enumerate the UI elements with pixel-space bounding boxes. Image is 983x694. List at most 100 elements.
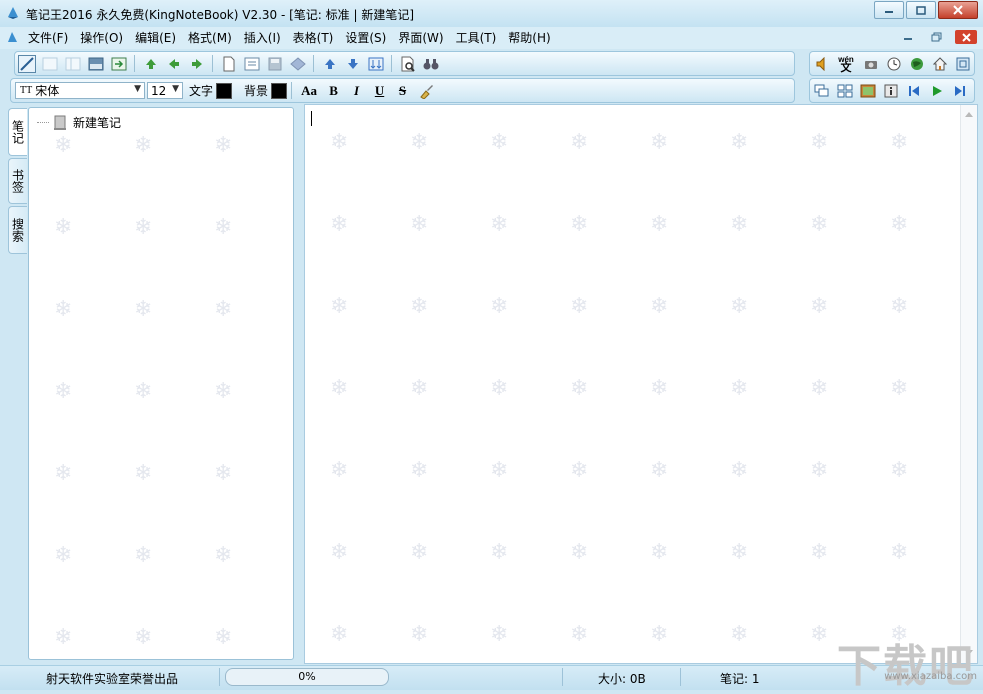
doc-minimize-button[interactable] [899, 30, 917, 44]
tree-item[interactable]: 新建笔记 [37, 114, 121, 131]
home-icon [932, 56, 947, 70]
web-button[interactable] [907, 54, 926, 73]
font-name-select[interactable]: TT 宋体 ▼ [15, 82, 145, 99]
menu-format[interactable]: 格式(M) [182, 30, 238, 47]
snowflake-pattern-icon: ❄ [490, 458, 509, 483]
scroll-up-icon[interactable] [961, 109, 977, 121]
editor-background-pattern: ❄ ❄ ❄ ❄ ❄ ❄ ❄ ❄ ❄ ❄ ❄ ❄ ❄ ❄ ❄ ❄ ❄ ❄ ❄ ❄ ❄ ❄ ❄ ❄ ❄ ❄ ❄ ❄ ❄ ❄ ❄ ❄ ❄ ❄ ❄ ❄ ❄ ❄ ❄ ❄… [305, 105, 977, 663]
snowflake-pattern-icon: ❄ [54, 379, 73, 404]
layout-single-button[interactable] [40, 54, 59, 73]
snowflake-pattern-icon: ❄ [890, 540, 909, 565]
notes-count-text: 笔记: 1 [720, 672, 760, 686]
camera-button[interactable] [861, 54, 880, 73]
italic-button[interactable]: I [347, 81, 366, 100]
snowflake-pattern-icon: ❄ [650, 212, 669, 237]
preview-button[interactable] [398, 54, 417, 73]
info-button[interactable] [881, 81, 900, 100]
menu-operate[interactable]: 操作(O) [74, 30, 129, 47]
cascade-windows-icon [814, 84, 828, 96]
bold-button[interactable]: B [324, 81, 343, 100]
tab-bookmarks[interactable]: 书签 [8, 158, 27, 204]
close-icon [961, 32, 971, 42]
font-size-select[interactable]: 12 ▼ [147, 82, 183, 99]
main-toolbar [14, 51, 795, 76]
menu-insert[interactable]: 插入(I) [238, 30, 287, 47]
doc-close-button[interactable] [955, 30, 977, 44]
play-icon [932, 85, 942, 96]
new-note-button[interactable] [219, 54, 238, 73]
font-dialog-button[interactable]: Aa [298, 81, 320, 100]
tab-search[interactable]: 搜索 [8, 206, 27, 254]
chevron-down-icon: ▼ [172, 84, 179, 94]
snowflake-pattern-icon: ❄ [54, 625, 73, 650]
translate-button[interactable]: wén 文 [835, 54, 857, 73]
status-divider [680, 668, 681, 686]
toolbar-separator [134, 55, 135, 72]
minimize-icon [904, 38, 912, 40]
menu-settings[interactable]: 设置(S) [339, 30, 392, 47]
cascade-button[interactable] [812, 81, 831, 100]
vertical-scrollbar[interactable] [960, 105, 977, 663]
note-editor[interactable]: ❄ ❄ ❄ ❄ ❄ ❄ ❄ ❄ ❄ ❄ ❄ ❄ ❄ ❄ ❄ ❄ ❄ ❄ ❄ ❄ ❄ ❄ ❄ ❄ ❄ ❄ ❄ ❄ ❄ ❄ ❄ ❄ ❄ ❄ ❄ ❄ ❄ ❄ ❄ ❄… [304, 104, 978, 664]
note-tree[interactable]: ❄ ❄ ❄ ❄ ❄ ❄ ❄ ❄ ❄ ❄ ❄ ❄ ❄ ❄ ❄ ❄ ❄ ❄ ❄ ❄ ❄ 新建笔记 [28, 107, 294, 660]
snowflake-pattern-icon: ❄ [134, 625, 153, 650]
menu-table[interactable]: 表格(T) [287, 30, 340, 47]
layout-horizontal-button[interactable] [86, 54, 105, 73]
tab-notes[interactable]: 笔记 [8, 108, 27, 156]
fullscreen-icon [956, 57, 969, 70]
snowflake-pattern-icon: ❄ [214, 215, 233, 240]
maximize-button[interactable] [906, 1, 936, 19]
menu-help[interactable]: 帮助(H) [502, 30, 556, 47]
snowflake-pattern-icon: ❄ [730, 458, 749, 483]
move-right-button[interactable] [187, 54, 206, 73]
text-color-swatch[interactable] [216, 82, 233, 99]
title-bar[interactable]: 笔记王2016 永久免费(KingNoteBook) V2.30 - [笔记: … [0, 0, 983, 28]
play-button[interactable] [927, 81, 946, 100]
snowflake-pattern-icon: ❄ [570, 622, 589, 647]
document-icon[interactable] [6, 31, 19, 47]
size-text: 大小: 0B [598, 672, 646, 686]
move-up-button[interactable] [141, 54, 160, 73]
underline-button[interactable]: U [370, 81, 389, 100]
first-button[interactable] [904, 81, 923, 100]
snowflake-pattern-icon: ❄ [570, 540, 589, 565]
tile-button[interactable] [835, 81, 854, 100]
progress-text: 0% [298, 670, 316, 683]
home-button[interactable] [930, 54, 949, 73]
menu-file[interactable]: 文件(F) [22, 30, 74, 47]
bg-color-swatch[interactable] [271, 82, 288, 99]
move-left-button[interactable] [164, 54, 183, 73]
image-button[interactable] [858, 81, 877, 100]
pen-tool-button[interactable] [17, 54, 36, 73]
fullscreen-button[interactable] [953, 54, 972, 73]
font-size-value: 12 [151, 83, 167, 98]
sort-button[interactable] [366, 54, 385, 73]
save-button[interactable] [265, 54, 284, 73]
snowflake-pattern-icon: ❄ [650, 130, 669, 155]
print-preview-icon [401, 56, 415, 72]
doc-restore-button[interactable] [927, 30, 945, 44]
clock-button[interactable] [884, 54, 903, 73]
clear-format-button[interactable] [416, 81, 435, 100]
bookmark-button[interactable] [288, 54, 307, 73]
down-button[interactable] [343, 54, 362, 73]
snowflake-pattern-icon: ❄ [214, 379, 233, 404]
last-button[interactable] [950, 81, 969, 100]
menu-tools[interactable]: 工具(T) [450, 30, 503, 47]
sound-button[interactable] [812, 54, 831, 73]
snowflake-pattern-icon: ❄ [134, 543, 153, 568]
snowflake-pattern-icon: ❄ [490, 294, 509, 319]
close-button[interactable] [938, 1, 978, 19]
menu-interface[interactable]: 界面(W) [392, 30, 449, 47]
export-button[interactable] [109, 54, 128, 73]
menu-edit[interactable]: 编辑(E) [129, 30, 182, 47]
snowflake-pattern-icon: ❄ [54, 461, 73, 486]
strikethrough-button[interactable]: S [393, 81, 412, 100]
properties-button[interactable] [242, 54, 261, 73]
snowflake-pattern-icon: ❄ [730, 540, 749, 565]
find-button[interactable] [421, 54, 440, 73]
layout-split-button[interactable] [63, 54, 82, 73]
snowflake-pattern-icon: ❄ [890, 458, 909, 483]
minimize-button[interactable] [874, 1, 904, 19]
up-button[interactable] [320, 54, 339, 73]
